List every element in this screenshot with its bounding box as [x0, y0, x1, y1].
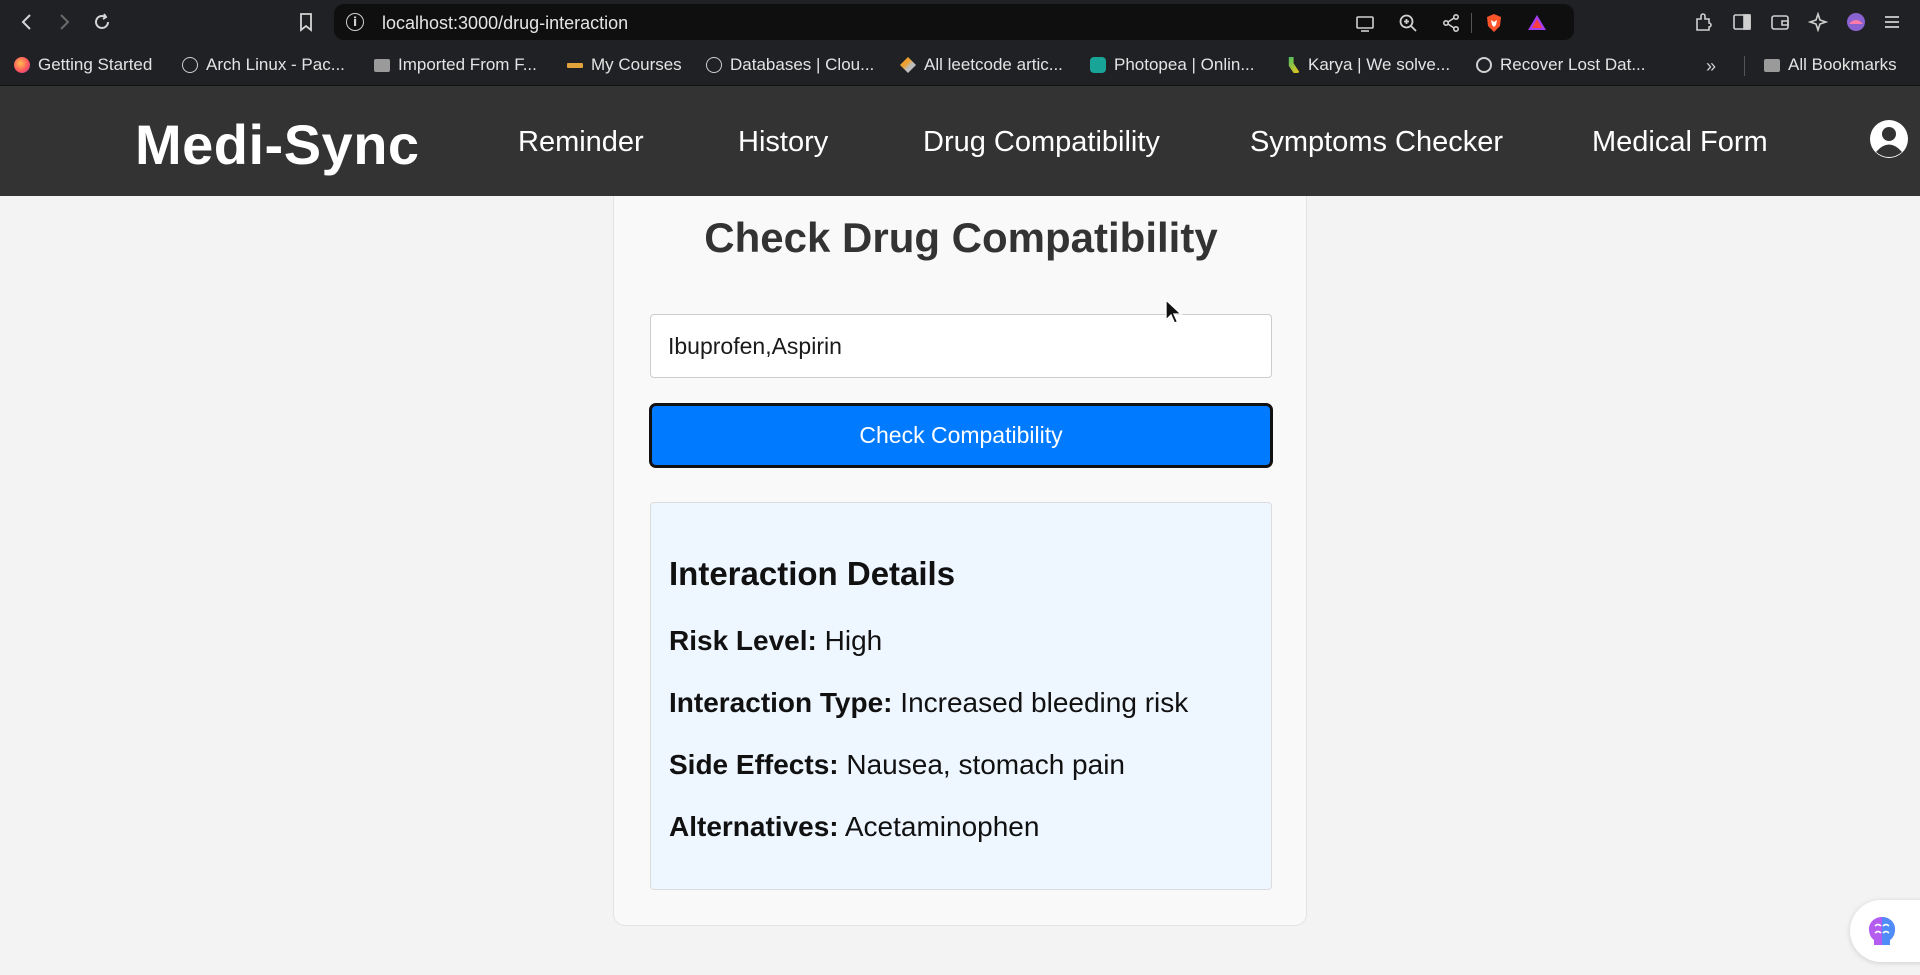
photopea-icon: [1090, 57, 1106, 73]
url-text: localhost:3000/drug-interaction: [382, 13, 628, 34]
wallet-icon[interactable]: [1768, 10, 1792, 34]
interaction-details-panel: Interaction Details Risk Level: High Int…: [650, 502, 1272, 890]
bookmark-label: Imported From F...: [398, 55, 537, 75]
all-bookmarks-label: All Bookmarks: [1788, 55, 1897, 75]
side-effects-row: Side Effects: Nausea, stomach pain: [669, 749, 1125, 781]
browser-toolbar: i localhost:3000/drug-interaction: [0, 0, 1920, 44]
app-header: Medi-Sync Reminder History Drug Compatib…: [0, 86, 1920, 196]
interaction-type-row: Interaction Type: Increased bleeding ris…: [669, 687, 1188, 719]
leetcode-icon: [900, 57, 916, 73]
bookmark-label: Karya | We solve...: [1308, 55, 1450, 75]
firefox-icon: [14, 57, 30, 73]
course-icon: [567, 63, 583, 68]
share-icon[interactable]: [1440, 12, 1462, 34]
bookmark-label: All leetcode artic...: [924, 55, 1063, 75]
globe-icon: [706, 57, 722, 73]
openai-icon: [1476, 57, 1492, 73]
profile-avatar-icon[interactable]: [1844, 10, 1868, 34]
globe-icon: [182, 57, 198, 73]
bookmark-label: Getting Started: [38, 55, 152, 75]
bookmarks-divider: [1744, 56, 1745, 76]
interaction-details-heading: Interaction Details: [669, 555, 955, 593]
bookmark-item[interactable]: Recover Lost Dat...: [1476, 54, 1646, 76]
alternatives-value: Acetaminophen: [845, 811, 1040, 842]
bookmark-item[interactable]: Photopea | Onlin...: [1090, 54, 1255, 76]
all-bookmarks-folder[interactable]: All Bookmarks: [1764, 54, 1897, 76]
bookmark-label: Arch Linux - Pac...: [206, 55, 345, 75]
bookmark-item[interactable]: All leetcode artic...: [900, 54, 1063, 76]
risk-level-value: High: [825, 625, 883, 656]
alternatives-label: Alternatives:: [669, 811, 839, 842]
bookmark-item[interactable]: Karya | We solve...: [1284, 54, 1450, 76]
nav-medical-form[interactable]: Medical Form: [1592, 126, 1768, 159]
back-icon[interactable]: [13, 8, 41, 36]
brave-rewards-icon[interactable]: [1526, 12, 1548, 34]
folder-icon: [374, 59, 390, 72]
bookmark-item[interactable]: Arch Linux - Pac...: [182, 54, 345, 76]
brain-icon: [1864, 913, 1900, 949]
bookmarks-bar: Getting Started Arch Linux - Pac... Impo…: [0, 44, 1920, 86]
side-effects-value: Nausea, stomach pain: [846, 749, 1125, 780]
bookmark-item[interactable]: Databases | Clou...: [706, 54, 874, 76]
bookmark-item[interactable]: My Courses: [567, 54, 682, 76]
reload-icon[interactable]: [88, 8, 116, 36]
karya-icon: [1284, 57, 1300, 73]
brave-shields-icon[interactable]: [1483, 12, 1505, 34]
menu-icon[interactable]: [1880, 10, 1904, 34]
bookmark-label: Photopea | Onlin...: [1114, 55, 1255, 75]
omnibox-divider: [1471, 13, 1472, 33]
bookmark-label: Recover Lost Dat...: [1500, 55, 1646, 75]
interaction-type-label: Interaction Type:: [669, 687, 893, 718]
nav-reminder[interactable]: Reminder: [518, 126, 644, 159]
alternatives-row: Alternatives: Acetaminophen: [669, 811, 1039, 843]
forward-icon[interactable]: [50, 8, 78, 36]
interaction-type-value: Increased bleeding risk: [900, 687, 1188, 718]
cast-icon[interactable]: [1354, 12, 1376, 34]
site-info-icon[interactable]: i: [346, 13, 364, 31]
drug-compatibility-card: Check Drug Compatibility Check Compatibi…: [613, 196, 1307, 926]
extensions-icon[interactable]: [1692, 10, 1716, 34]
floating-assistant-widget[interactable]: [1850, 900, 1920, 962]
nav-drug-compatibility[interactable]: Drug Compatibility: [923, 126, 1160, 159]
bookmark-icon[interactable]: [292, 8, 320, 36]
bookmark-label: My Courses: [591, 55, 682, 75]
page-title: Check Drug Compatibility: [614, 214, 1308, 262]
bookmark-item[interactable]: Getting Started: [14, 54, 152, 76]
brand-logo[interactable]: Medi-Sync: [135, 112, 420, 177]
address-bar[interactable]: i localhost:3000/drug-interaction: [334, 4, 1574, 40]
check-compatibility-button[interactable]: Check Compatibility: [649, 403, 1273, 468]
side-effects-label: Side Effects:: [669, 749, 839, 780]
nav-symptoms-checker[interactable]: Symptoms Checker: [1250, 126, 1503, 159]
bookmark-folder[interactable]: Imported From F...: [374, 54, 537, 76]
sidebar-toggle-icon[interactable]: [1730, 10, 1754, 34]
risk-level-label: Risk Level:: [669, 625, 817, 656]
mouse-cursor-icon: [1165, 299, 1183, 325]
nav-history[interactable]: History: [738, 126, 828, 159]
leo-ai-icon[interactable]: [1806, 10, 1830, 34]
user-account-icon[interactable]: [1869, 119, 1909, 159]
folder-icon: [1764, 59, 1780, 72]
bookmark-label: Databases | Clou...: [730, 55, 874, 75]
risk-level-row: Risk Level: High: [669, 625, 882, 657]
zoom-icon[interactable]: [1397, 12, 1419, 34]
more-bookmarks-chevron-icon[interactable]: »: [1706, 56, 1716, 77]
